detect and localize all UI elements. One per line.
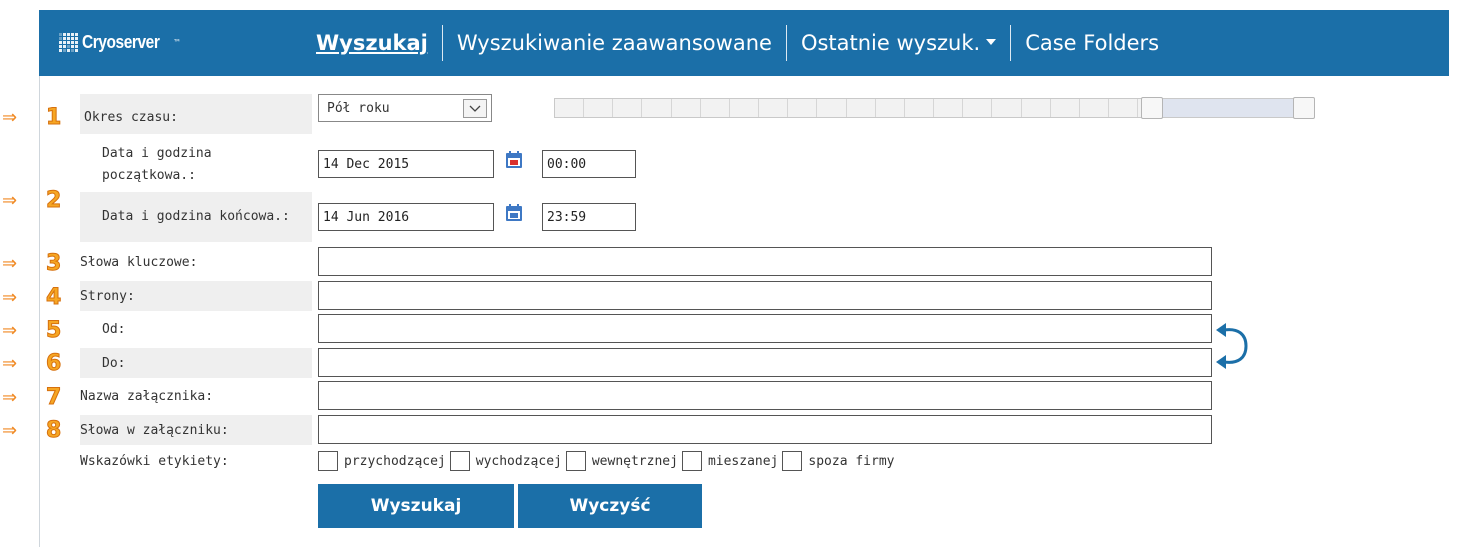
marker-3: ⇒ 3 xyxy=(2,251,62,276)
keywords-input[interactable] xyxy=(318,247,1212,276)
marker-number: 6 xyxy=(45,351,62,376)
marker-2: ⇒ 2 xyxy=(2,188,62,213)
marker-number: 5 xyxy=(45,318,62,343)
chevron-down-icon[interactable] xyxy=(463,99,487,118)
arrow-icon: ⇒ xyxy=(2,320,18,341)
nav-separator xyxy=(441,25,443,61)
nav-advanced-search[interactable]: Wyszukiwanie zaawansowane xyxy=(443,29,786,57)
marker-7: ⇒ 7 xyxy=(2,385,62,410)
from-input[interactable] xyxy=(318,314,1212,343)
main-nav: Wyszukaj Wyszukiwanie zaawansowane Ostat… xyxy=(316,10,1173,76)
marker-8: ⇒ 8 xyxy=(2,418,62,443)
checkbox-incoming-label: przychodzącej xyxy=(344,453,446,469)
end-time-input[interactable]: 23:59 xyxy=(542,203,636,231)
checkbox-mixed[interactable] xyxy=(681,451,702,471)
attachment-name-input[interactable] xyxy=(318,381,1212,410)
pages-input[interactable] xyxy=(318,281,1212,310)
start-time-input[interactable]: 00:00 xyxy=(542,150,636,178)
attachment-name-label: Nazwa załącznika: xyxy=(80,388,214,404)
slider-start-handle[interactable] xyxy=(1141,97,1163,119)
tag-hints-label: Wskazówki etykiety: xyxy=(80,453,229,469)
checkbox-outgoing[interactable] xyxy=(449,451,470,471)
arrow-icon: ⇒ xyxy=(2,287,18,308)
marker-1: ⇒ 1 xyxy=(2,105,62,130)
marker-6: ⇒ 6 xyxy=(2,351,62,376)
arrow-icon: ⇒ xyxy=(2,190,18,211)
arrow-icon: ⇒ xyxy=(2,387,18,408)
marker-number: 1 xyxy=(45,105,62,130)
nav-recent-label: Ostatnie wyszuk. xyxy=(800,31,981,55)
nav-separator xyxy=(785,25,787,61)
checkbox-outgoing-label: wychodzącej xyxy=(475,453,562,469)
marker-4: ⇒ 4 xyxy=(2,285,62,310)
logo-text: Cryoserver xyxy=(82,31,160,52)
marker-number: 4 xyxy=(45,285,62,310)
to-label: Do: xyxy=(80,348,312,378)
arrow-icon: ⇒ xyxy=(2,420,18,441)
search-button[interactable]: Wyszukaj xyxy=(318,484,514,528)
arrow-icon: ⇒ xyxy=(2,107,18,128)
arrow-icon: ⇒ xyxy=(2,353,18,374)
checkbox-external-label: spoza firmy xyxy=(808,453,895,469)
slider-end-handle[interactable] xyxy=(1293,97,1315,119)
cryoserver-logo[interactable]: Cryoserver ™ xyxy=(59,22,181,62)
checkbox-internal-label: wewnętrznej xyxy=(591,453,678,469)
attachment-words-label: Słowa w załączniku: xyxy=(80,415,312,445)
swap-arrows-icon[interactable] xyxy=(1212,322,1252,370)
marker-number: 3 xyxy=(45,251,62,276)
calendar-icon[interactable] xyxy=(504,203,524,223)
checkbox-internal[interactable] xyxy=(565,451,586,471)
marker-number: 8 xyxy=(45,418,62,443)
nav-case-folders[interactable]: Case Folders xyxy=(1011,29,1173,57)
end-datetime-label: Data i godzina końcowa.: xyxy=(80,192,312,242)
tag-hints-group: przychodzącej wychodzącej wewnętrznej mi… xyxy=(318,450,898,472)
pages-label: Strony: xyxy=(80,281,312,311)
keywords-label: Słowa kluczowe: xyxy=(80,254,198,270)
period-label: Okres czasu: xyxy=(80,94,312,134)
marker-number: 2 xyxy=(45,188,62,213)
checkbox-external[interactable] xyxy=(782,451,803,471)
attachment-words-input[interactable] xyxy=(318,415,1212,444)
end-date-input[interactable]: 14 Jun 2016 xyxy=(318,203,494,231)
slider-selected-range xyxy=(1153,99,1293,117)
nav-recent-searches[interactable]: Ostatnie wyszuk. xyxy=(787,29,1010,57)
marker-number: 7 xyxy=(45,385,62,410)
start-date-input[interactable]: 14 Dec 2015 xyxy=(318,150,494,178)
nav-separator xyxy=(1010,25,1012,61)
checkbox-mixed-label: mieszanej xyxy=(707,453,779,469)
logo-grid-icon xyxy=(59,32,78,52)
checkbox-incoming[interactable] xyxy=(318,451,338,471)
period-select-value: Pół roku xyxy=(327,100,390,116)
period-select[interactable]: Pół roku xyxy=(318,94,492,122)
start-datetime-label: Data i godzina początkowa.: xyxy=(102,146,212,183)
top-navigation-bar: Cryoserver ™ Wyszukaj Wyszukiwanie zaawan… xyxy=(39,10,1449,76)
logo-trademark: ™ xyxy=(173,37,182,47)
nav-search[interactable]: Wyszukaj xyxy=(316,29,442,57)
marker-5: ⇒ 5 xyxy=(2,318,62,343)
to-input[interactable] xyxy=(318,348,1212,377)
from-label: Od: xyxy=(102,321,126,337)
clear-button[interactable]: Wyczyść xyxy=(518,484,702,528)
caret-down-icon xyxy=(986,39,997,45)
calendar-icon[interactable] xyxy=(504,150,524,170)
arrow-icon: ⇒ xyxy=(2,253,18,274)
time-range-slider[interactable] xyxy=(554,97,1315,119)
